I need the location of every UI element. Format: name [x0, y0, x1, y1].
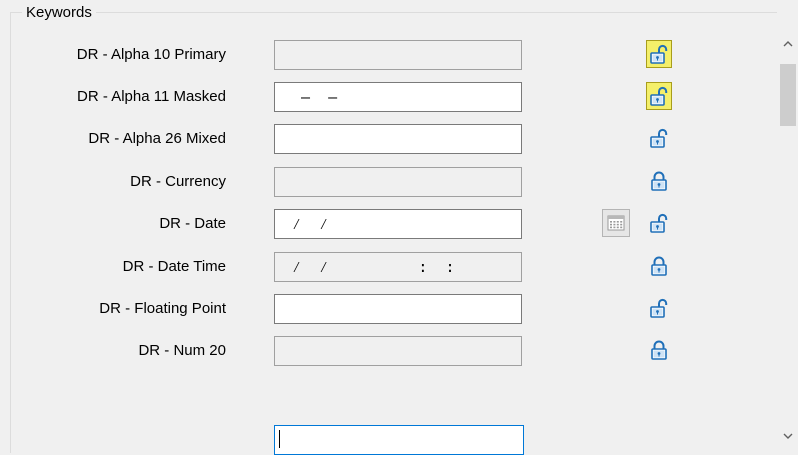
keyword-label: DR - Alpha 26 Mixed — [88, 130, 226, 147]
keyword-label: DR - Alpha 10 Primary — [76, 46, 226, 63]
lock-icon[interactable] — [646, 336, 672, 364]
text-caret — [279, 430, 280, 448]
keywords-group-title: Keywords — [22, 4, 96, 22]
keyword-row: DR - Alpha 10 Primary — [0, 36, 760, 76]
lock-icon[interactable] — [646, 252, 672, 280]
keyword-row: DR - Floating Point — [0, 290, 760, 330]
unlock-icon[interactable] — [646, 294, 672, 322]
keyword-row: DR - Num 20 — [0, 332, 760, 372]
keyword-input-value: – – — [283, 88, 338, 106]
unlock-icon[interactable] — [646, 124, 672, 152]
keyword-label: DR - Alpha 11 Masked — [77, 88, 226, 105]
keyword-label: DR - Date Time — [122, 258, 226, 275]
keyword-input-value: ⁄ ⁄ — [283, 215, 329, 233]
keyword-input[interactable] — [274, 124, 522, 154]
chevron-down-icon[interactable] — [778, 426, 798, 446]
keyword-label: DR - Date — [159, 215, 226, 232]
keyword-input-value: ⁄ ⁄ : : — [283, 258, 455, 276]
unlock-icon[interactable] — [646, 82, 672, 110]
vertical-scrollbar[interactable] — [778, 34, 798, 448]
keyword-label: DR - Currency — [130, 173, 226, 190]
keyword-row: DR - Date ⁄ ⁄ — [0, 205, 760, 245]
lock-icon[interactable] — [646, 167, 672, 195]
chevron-up-icon[interactable] — [778, 34, 798, 54]
keyword-label: DR - Floating Point — [99, 300, 226, 317]
scrollbar-thumb[interactable] — [780, 64, 796, 126]
keyword-input[interactable] — [274, 294, 522, 324]
keyword-input — [274, 167, 522, 197]
keyword-input-focused[interactable] — [274, 425, 524, 455]
keyword-row: DR - Date Time ⁄ ⁄ : : — [0, 248, 760, 288]
keyword-row: DR - Alpha 26 Mixed — [0, 120, 760, 160]
unlock-icon[interactable] — [646, 40, 672, 68]
keyword-input — [274, 40, 522, 70]
keyword-input: ⁄ ⁄ : : — [274, 252, 522, 282]
keyword-row: DR - Currency — [0, 163, 760, 203]
keyword-input[interactable]: – – — [274, 82, 522, 112]
keyword-input — [274, 336, 522, 366]
calendar-icon[interactable] — [602, 209, 630, 237]
keyword-label: DR - Num 20 — [138, 342, 226, 359]
keyword-row: DR - Alpha 11 Masked – – — [0, 78, 760, 118]
keyword-input[interactable]: ⁄ ⁄ — [274, 209, 522, 239]
unlock-icon[interactable] — [646, 209, 672, 237]
